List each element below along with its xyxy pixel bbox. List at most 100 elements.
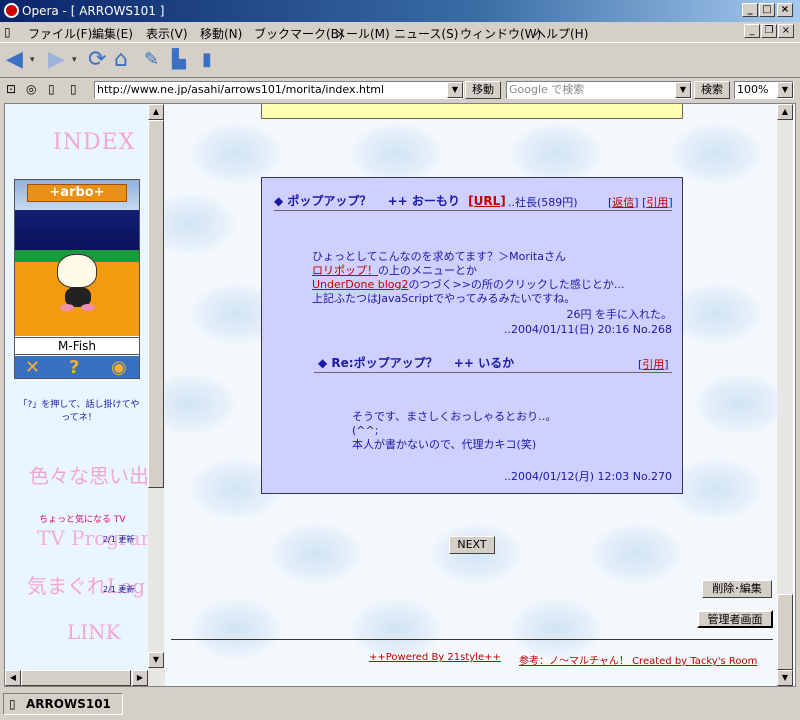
menu-view[interactable]: 表示(V) — [146, 25, 188, 42]
back-icon[interactable]: ◀ — [6, 48, 23, 72]
mdi-minimize-button[interactable]: _ — [744, 24, 760, 38]
reply-divider — [314, 372, 672, 373]
page-info-icon[interactable]: ▯ — [48, 82, 55, 96]
close-button[interactable]: × — [777, 3, 793, 17]
title-bar: Opera - [ ARROWS101 ] _ □ × — [0, 0, 800, 22]
menu-edit[interactable]: 編集(E) — [92, 25, 133, 42]
wand-icon[interactable]: ◎ — [26, 82, 36, 96]
tv-program-update-date: 2/1 更新 — [103, 535, 135, 544]
menu-navigate[interactable]: 移動(N) — [200, 25, 242, 42]
menu-mail[interactable]: メール(M) — [334, 25, 390, 42]
cat-pet-image[interactable] — [57, 254, 97, 288]
menu-bookmarks[interactable]: ブックマーク(B) — [254, 25, 344, 42]
hotlist-icon[interactable]: ✎ — [144, 48, 159, 72]
reply-author: いるか — [478, 356, 515, 370]
sidebar-link-tv-program[interactable]: TV Program — [37, 526, 159, 550]
lolipop-link[interactable]: ロリポップ！ — [312, 264, 378, 277]
sidebar-scroll-right-icon[interactable]: ▶ — [132, 670, 148, 686]
menu-doc-icon: ▯ — [4, 25, 11, 39]
sidebar-frame: INDEX +arbo+ M-Fish ✕ ? ◉ 「?」を押して、話し掛けてや… — [5, 104, 165, 686]
coins-text: 26円 を手に入れた。 — [566, 308, 673, 321]
close-pet-icon[interactable]: ✕ — [25, 357, 40, 378]
search-button[interactable]: 検索 — [694, 81, 730, 99]
reply-quote-link[interactable]: 引用 — [642, 358, 664, 371]
lock-icon[interactable]: ⊡ — [6, 82, 16, 96]
post-line: 上記ふたつはJavaScriptでやってみるみたいですね。 — [312, 292, 576, 305]
reply-actions: [引用] — [638, 358, 669, 371]
sidebar-index-link[interactable]: INDEX — [53, 130, 135, 155]
opera-icon — [4, 3, 19, 18]
powered-by-link[interactable]: ++Powered By 21style++ — [369, 652, 501, 663]
sidebar-scroll-up-icon[interactable]: ▲ — [148, 104, 164, 120]
admin-button[interactable]: 管理者画面 — [697, 610, 773, 628]
go-button[interactable]: 移動 — [465, 81, 501, 99]
reference-link[interactable]: 参考：ノ～マルチャん！ Created by Tacky's Room — [519, 652, 757, 667]
author-url-link[interactable]: [URL] — [468, 194, 506, 208]
home-icon[interactable]: ⌂ — [114, 48, 128, 72]
pet-hint-text: 「?」を押して、話し掛けてやってネ！ — [18, 400, 140, 423]
reply-date: ..2004/01/12(月) 12:03 No.270 — [504, 470, 672, 483]
mdi-close-button[interactable]: × — [778, 24, 794, 38]
sidebar-hscrollbar[interactable]: ◀ ▶ — [5, 670, 165, 686]
sidebar-scroll-left-icon[interactable]: ◀ — [5, 670, 21, 686]
pet-menu-icon[interactable]: ◉ — [111, 357, 127, 378]
forward-dropdown-icon[interactable]: ▾ — [72, 48, 77, 72]
reply-body: そうです、まさしくおっしゃるとおり‥。 (^^; 本人が書かないので、代理カキコ… — [352, 410, 556, 452]
post-title: ポップアップ？ — [287, 194, 372, 208]
sidebar-scrollbar[interactable]: ▲ ▼ — [148, 104, 164, 670]
menu-window[interactable]: ウィンドウ(W) — [460, 25, 541, 42]
mdi-restore-button[interactable]: ❐ — [761, 24, 777, 38]
pet-name: M-Fish — [15, 337, 139, 355]
menu-news[interactable]: ニュース(S) — [394, 25, 458, 42]
reply-link[interactable]: 返信 — [612, 196, 634, 209]
reply-title: Re:ポップアップ？ — [331, 356, 438, 370]
post-line: のつづく>>の所のクリックした感じとか... — [408, 278, 625, 291]
diamond-icon: ◆ — [274, 194, 284, 208]
zoom-dropdown-icon[interactable]: ▼ — [777, 82, 793, 98]
next-button[interactable]: NEXT — [449, 536, 495, 554]
search-input[interactable]: Google で検索 — [506, 81, 692, 99]
delete-edit-button[interactable]: 削除･編集 — [702, 580, 772, 598]
sidebar-hscroll-thumb[interactable] — [21, 670, 131, 686]
talk-question-icon[interactable]: ? — [69, 357, 79, 378]
sidebar-tv-subtitle: ちょっと気になる TV — [39, 515, 126, 525]
main-scroll-down-icon[interactable]: ▼ — [777, 670, 793, 686]
previous-post-edge — [261, 104, 683, 119]
post-actions: [返信] [引用] — [608, 196, 673, 209]
maximize-button[interactable]: □ — [759, 3, 775, 17]
log-update-date: 2/1 更新 — [103, 585, 135, 594]
post-author: おーもり — [411, 194, 460, 208]
sidebar-link-link[interactable]: LINK — [67, 620, 121, 644]
page-tab-label: ARROWS101 — [26, 697, 111, 711]
minimize-button[interactable]: _ — [742, 3, 758, 17]
main-scrollbar[interactable]: ▲ ▼ — [777, 104, 793, 686]
main-scroll-up-icon[interactable]: ▲ — [777, 104, 793, 120]
quote-link[interactable]: 引用 — [646, 196, 668, 209]
search-dropdown-icon[interactable]: ▼ — [675, 82, 691, 98]
menu-bar: ▯ ファイル(F) 編集(E) 表示(V) 移動(N) ブックマーク(B) メー… — [0, 22, 800, 42]
url-dropdown-icon[interactable]: ▼ — [447, 82, 463, 98]
menu-file[interactable]: ファイル(F) — [28, 25, 92, 42]
main-scroll-thumb[interactable] — [777, 594, 793, 670]
url-input[interactable]: http://www.ne.jp/asahi/arrows101/morita/… — [94, 81, 464, 99]
author-marker: ++ — [387, 194, 408, 208]
menu-help[interactable]: ヘルプ(H) — [534, 25, 588, 42]
post-divider — [274, 210, 672, 211]
reply-line: 本人が書かないので、代理カキコ(笑) — [352, 438, 537, 451]
window-title: Opera - [ ARROWS101 ] — [22, 4, 165, 18]
doc-icon[interactable]: ▯ — [70, 82, 77, 96]
reload-icon[interactable]: ⟳ — [88, 48, 106, 72]
back-dropdown-icon[interactable]: ▾ — [30, 48, 35, 72]
underdone-link[interactable]: UnderDone blog2 — [312, 278, 408, 291]
page-icon[interactable]: ▮ — [202, 48, 212, 72]
sidebar-link-memories[interactable]: 色々な思い出 — [29, 460, 149, 489]
sidebar-scroll-down-icon[interactable]: ▼ — [148, 652, 164, 668]
author-extra: ..社長(589円) — [508, 196, 578, 209]
sidebar-scroll-thumb[interactable] — [148, 120, 164, 488]
post-date: ..2004/01/11(日) 20:16 No.268 — [504, 323, 672, 336]
page-tab[interactable]: ▯ ARROWS101 — [3, 693, 123, 715]
print-icon[interactable]: ▙ — [172, 48, 186, 72]
forward-icon[interactable]: ▶ — [48, 48, 65, 72]
toolbar: ◀ ▾ ▶ ▾ ⟳ ⌂ ✎ ▙ ▮ — [0, 42, 800, 78]
diamond-icon: ◆ — [318, 356, 328, 370]
